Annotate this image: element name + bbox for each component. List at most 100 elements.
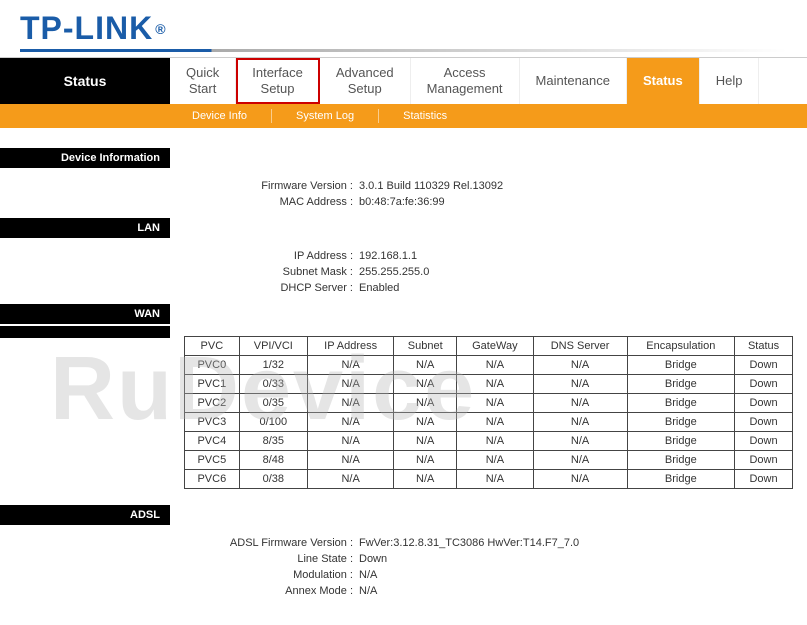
table-cell: N/A bbox=[533, 375, 627, 394]
table-header-cell: PVC bbox=[185, 337, 240, 356]
nav-interface-setup[interactable]: Interface Setup bbox=[236, 58, 320, 104]
table-cell: 0/35 bbox=[239, 394, 307, 413]
content: RuDevice Device Information Firmware Ver… bbox=[0, 128, 807, 607]
table-cell: N/A bbox=[533, 413, 627, 432]
nav-label-l2: Start bbox=[186, 81, 219, 97]
logo-text: TP-LINK bbox=[20, 10, 153, 47]
logo-reg: ® bbox=[155, 21, 166, 37]
nav-maintenance[interactable]: Maintenance bbox=[520, 58, 627, 104]
nav-label-l1: Maintenance bbox=[536, 73, 610, 89]
table-cell: Bridge bbox=[627, 470, 735, 489]
table-cell: Bridge bbox=[627, 432, 735, 451]
table-cell: 0/100 bbox=[239, 413, 307, 432]
adsl-mod-value: N/A bbox=[359, 569, 377, 581]
table-cell: 8/48 bbox=[239, 451, 307, 470]
table-cell: Down bbox=[735, 375, 793, 394]
nav-advanced-setup[interactable]: Advanced Setup bbox=[320, 58, 411, 104]
table-cell: N/A bbox=[307, 470, 393, 489]
wan-table: PVCVPI/VCIIP AddressSubnetGateWayDNS Ser… bbox=[184, 336, 793, 489]
nav-label-l2: Setup bbox=[336, 81, 394, 97]
lan-subnet-value: 255.255.255.0 bbox=[359, 266, 429, 278]
table-cell: Bridge bbox=[627, 356, 735, 375]
table-cell: N/A bbox=[457, 394, 534, 413]
nav-status[interactable]: Status bbox=[627, 58, 700, 104]
table-header-cell: IP Address bbox=[307, 337, 393, 356]
table-cell: Down bbox=[735, 356, 793, 375]
nav-title: Status bbox=[0, 58, 170, 104]
table-cell: N/A bbox=[457, 375, 534, 394]
table-cell: PVC3 bbox=[185, 413, 240, 432]
section-wan: WAN bbox=[0, 304, 170, 324]
table-cell: N/A bbox=[394, 432, 457, 451]
subnav-sep bbox=[378, 109, 379, 123]
brand-logo: TP-LINK® bbox=[20, 10, 167, 47]
subnav-device-info[interactable]: Device Info bbox=[180, 110, 259, 122]
table-cell: N/A bbox=[394, 470, 457, 489]
table-cell: Down bbox=[735, 432, 793, 451]
table-cell: N/A bbox=[457, 470, 534, 489]
adsl-line-value: Down bbox=[359, 553, 387, 565]
table-cell: Down bbox=[735, 470, 793, 489]
subnav-statistics[interactable]: Statistics bbox=[391, 110, 459, 122]
firmware-label: Firmware Version : bbox=[184, 180, 359, 192]
table-cell: N/A bbox=[533, 470, 627, 489]
logo-underline bbox=[20, 49, 787, 52]
lan-dhcp-label: DHCP Server : bbox=[184, 282, 359, 294]
table-row: PVC48/35N/AN/AN/AN/ABridgeDown bbox=[185, 432, 793, 451]
table-row: PVC20/35N/AN/AN/AN/ABridgeDown bbox=[185, 394, 793, 413]
table-cell: N/A bbox=[457, 432, 534, 451]
logo-bar: TP-LINK® bbox=[0, 0, 807, 57]
lan-subnet-label: Subnet Mask : bbox=[184, 266, 359, 278]
table-cell: PVC0 bbox=[185, 356, 240, 375]
nav-label-l1: Interface bbox=[252, 65, 303, 81]
table-cell: N/A bbox=[307, 451, 393, 470]
table-cell: PVC6 bbox=[185, 470, 240, 489]
adsl-annex-label: Annex Mode : bbox=[184, 585, 359, 597]
table-cell: N/A bbox=[307, 432, 393, 451]
adsl-fw-label: ADSL Firmware Version : bbox=[184, 537, 359, 549]
lan-ip-label: IP Address : bbox=[184, 250, 359, 262]
table-cell: N/A bbox=[533, 432, 627, 451]
section-device-info: Device Information bbox=[0, 148, 170, 168]
table-cell: Down bbox=[735, 394, 793, 413]
table-cell: N/A bbox=[457, 451, 534, 470]
subnav-system-log[interactable]: System Log bbox=[284, 110, 366, 122]
table-header-cell: GateWay bbox=[457, 337, 534, 356]
nav-label-l1: Status bbox=[643, 73, 683, 89]
adsl-line-label: Line State : bbox=[184, 553, 359, 565]
lan-dhcp-value: Enabled bbox=[359, 282, 399, 294]
nav-label-l2: Setup bbox=[252, 81, 303, 97]
nav-help[interactable]: Help bbox=[700, 58, 760, 104]
section-lan: LAN bbox=[0, 218, 170, 238]
table-row: PVC10/33N/AN/AN/AN/ABridgeDown bbox=[185, 375, 793, 394]
table-cell: N/A bbox=[394, 413, 457, 432]
table-header-row: PVCVPI/VCIIP AddressSubnetGateWayDNS Ser… bbox=[185, 337, 793, 356]
table-cell: PVC1 bbox=[185, 375, 240, 394]
table-cell: PVC4 bbox=[185, 432, 240, 451]
table-cell: N/A bbox=[457, 413, 534, 432]
table-cell: Down bbox=[735, 451, 793, 470]
table-cell: PVC2 bbox=[185, 394, 240, 413]
sub-nav: Device Info System Log Statistics bbox=[0, 104, 807, 128]
table-cell: N/A bbox=[457, 356, 534, 375]
black-bar bbox=[0, 326, 170, 338]
table-cell: Bridge bbox=[627, 394, 735, 413]
mac-value: b0:48:7a:fe:36:99 bbox=[359, 196, 445, 208]
mac-label: MAC Address : bbox=[184, 196, 359, 208]
table-cell: 1/32 bbox=[239, 356, 307, 375]
table-row: PVC60/38N/AN/AN/AN/ABridgeDown bbox=[185, 470, 793, 489]
table-cell: N/A bbox=[533, 451, 627, 470]
table-cell: N/A bbox=[533, 356, 627, 375]
table-cell: 0/33 bbox=[239, 375, 307, 394]
table-cell: Bridge bbox=[627, 375, 735, 394]
table-header-cell: DNS Server bbox=[533, 337, 627, 356]
table-cell: N/A bbox=[394, 375, 457, 394]
table-cell: Bridge bbox=[627, 451, 735, 470]
nav-access-management[interactable]: Access Management bbox=[411, 58, 520, 104]
nav-label-l1: Advanced bbox=[336, 65, 394, 81]
table-cell: N/A bbox=[394, 394, 457, 413]
adsl-annex-value: N/A bbox=[359, 585, 377, 597]
table-header-cell: VPI/VCI bbox=[239, 337, 307, 356]
table-cell: N/A bbox=[394, 451, 457, 470]
nav-quick-start[interactable]: Quick Start bbox=[170, 58, 236, 104]
